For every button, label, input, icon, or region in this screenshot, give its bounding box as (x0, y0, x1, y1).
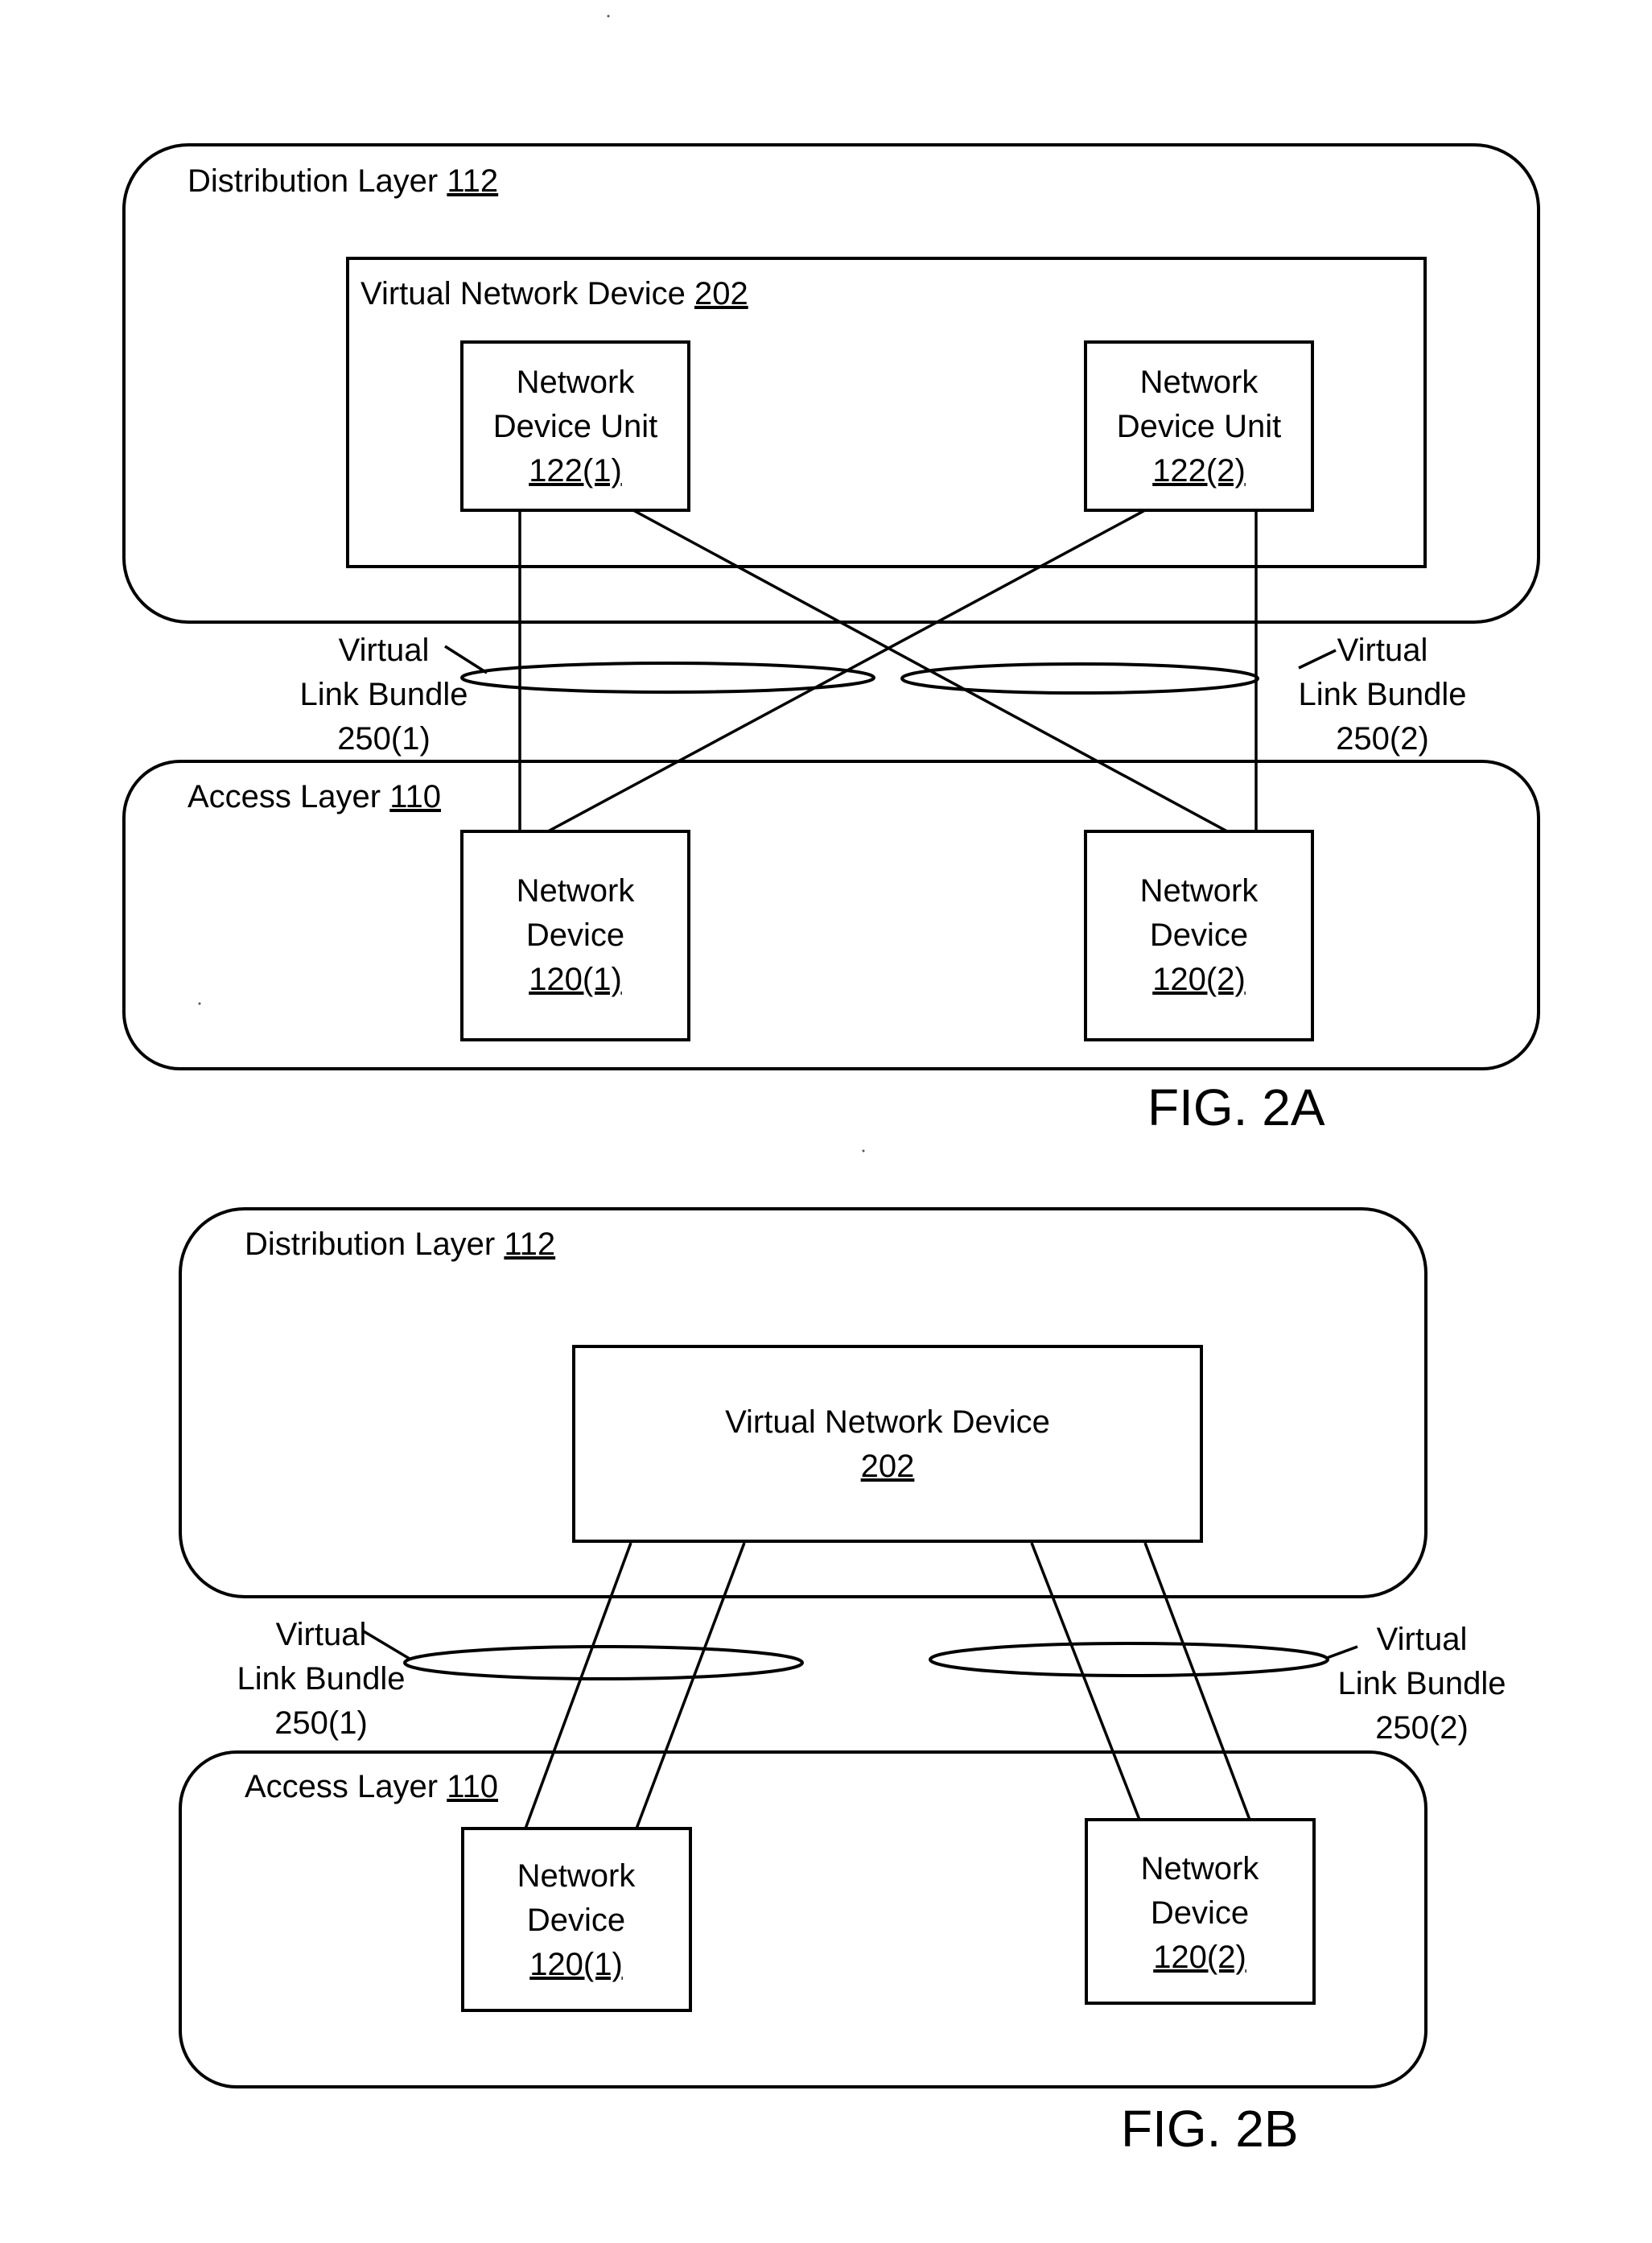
bundle-ref: 250(1) (337, 721, 431, 757)
distribution-layer-box (179, 1207, 1427, 1598)
access-layer-ref: 110 (447, 1769, 498, 1804)
bundle-line2: Link Bundle (237, 1661, 405, 1697)
device-line2: Device (527, 1903, 625, 1938)
device-line1: Network (1141, 1851, 1260, 1886)
link-bundle-1-label: Virtual Link Bundle 250(1) (237, 1617, 405, 1741)
device-line1: Network (517, 1858, 636, 1894)
device-line1: Network (517, 873, 636, 909)
link-vnd-device2-b (1143, 1542, 1251, 1820)
bundle-line2: Link Bundle (1337, 1666, 1506, 1701)
distribution-layer-box (122, 143, 1540, 624)
network-device-unit-1: Network Device Unit 122(1) (460, 340, 690, 512)
network-device-1: Network Device 120(1) (460, 830, 690, 1041)
link-vnd-device1-b (635, 1542, 746, 1829)
patent-drawing: Distribution Layer 112 Virtual Network D… (122, 14, 1540, 2158)
bundle-line2: Link Bundle (1298, 677, 1466, 712)
bundle-ref: 250(1) (274, 1705, 368, 1741)
unit-line1: Network (1140, 365, 1259, 400)
distribution-layer-ref: 112 (447, 163, 498, 199)
distribution-layer-ref: 112 (504, 1227, 555, 1262)
link-vnd-device1-a (524, 1542, 632, 1829)
device-ref: 120(2) (1152, 962, 1246, 997)
unit-line2: Device Unit (1117, 409, 1282, 444)
bundle-line1: Virtual (1377, 1622, 1468, 1657)
link-bundle-2-label: Virtual Link Bundle 250(2) (1298, 633, 1466, 757)
distribution-layer-label: Distribution Layer 112 (245, 1227, 555, 1262)
bundle-line1: Virtual (339, 633, 430, 668)
device-ref: 120(1) (529, 1947, 623, 1982)
network-device-2: Network Device 120(2) (1085, 1818, 1316, 2005)
network-device-1: Network Device 120(1) (461, 1827, 692, 2012)
access-layer-ref: 110 (389, 779, 441, 814)
link-bundle-1-label: Virtual Link Bundle 250(1) (299, 633, 468, 757)
scan-speck (862, 1149, 865, 1152)
unit-ref: 122(1) (529, 453, 622, 489)
virtual-network-device-ref: 202 (694, 276, 748, 311)
link-bundle-1-ellipse (403, 1645, 804, 1680)
bundle-ref: 250(2) (1336, 721, 1429, 757)
device-line1: Network (1140, 873, 1259, 909)
link-bundle-2-leader (1298, 649, 1337, 670)
figure-2a: Distribution Layer 112 Virtual Network D… (122, 143, 1540, 1136)
link-vnd-device2-a (1030, 1542, 1141, 1820)
device-ref: 120(1) (529, 962, 622, 997)
virtual-network-device-label: Virtual Network Device 202 (360, 276, 748, 311)
link-bundle-1-ellipse (460, 662, 875, 694)
bundle-line2: Link Bundle (299, 677, 468, 712)
network-device-unit-2: Network Device Unit 122(2) (1084, 340, 1314, 512)
link-bundle-1-leader (363, 1630, 410, 1660)
link-bundle-1-leader (444, 645, 488, 674)
virtual-network-device-label: Virtual Network Device (725, 1404, 1050, 1440)
link-bundle-2-leader (1326, 1645, 1358, 1660)
access-layer-label: Access Layer 110 (245, 1769, 498, 1804)
virtual-network-device: Virtual Network Device 202 (572, 1345, 1203, 1543)
virtual-network-device-ref: 202 (861, 1449, 915, 1484)
unit-line1: Network (517, 365, 636, 400)
link-bundle-2-ellipse (929, 1642, 1329, 1677)
scan-speck (198, 1002, 201, 1005)
figure-caption: FIG. 2B (1121, 2100, 1299, 2158)
distribution-layer-label: Distribution Layer 112 (187, 163, 498, 199)
unit-line2: Device Unit (493, 409, 658, 444)
device-line2: Device (1151, 1895, 1249, 1931)
network-device-2: Network Device 120(2) (1084, 830, 1314, 1041)
bundle-line1: Virtual (276, 1617, 367, 1652)
bundle-ref: 250(2) (1375, 1710, 1469, 1746)
unit-ref: 122(2) (1152, 453, 1246, 489)
link-bundle-2-ellipse (900, 662, 1259, 695)
figure-caption: FIG. 2A (1147, 1078, 1325, 1136)
figure-2b: Distribution Layer 112 Virtual Network D… (179, 1207, 1506, 2158)
bundle-line1: Virtual (1337, 633, 1428, 668)
link-bundle-2-label: Virtual Link Bundle 250(2) (1337, 1622, 1506, 1746)
access-layer-label: Access Layer 110 (187, 779, 441, 814)
virtual-network-device-box (572, 1345, 1203, 1543)
device-ref: 120(2) (1153, 1940, 1246, 1975)
scan-speck (607, 14, 610, 18)
device-line2: Device (526, 917, 624, 953)
device-line2: Device (1150, 917, 1248, 953)
